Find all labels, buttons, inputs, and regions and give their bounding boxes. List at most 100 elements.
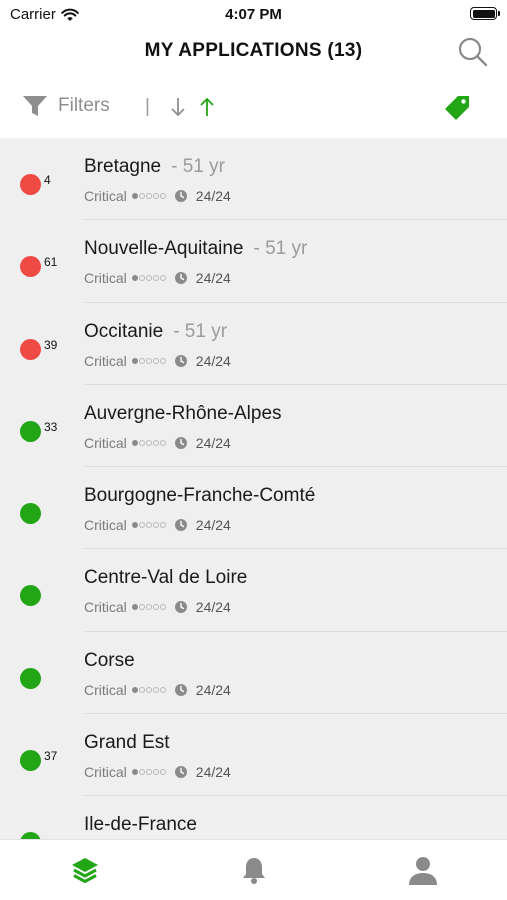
list-item[interactable]: Centre-Val de Loire Critical 24/24 [0,549,507,632]
criticality-dot [152,686,159,693]
criticality-dot [145,357,152,364]
application-name: Occitanie [84,320,164,342]
criticality-dot [152,522,159,529]
criticality-dot [131,769,138,776]
status-bar: Carrier 4:07 PM [0,0,507,30]
criticality-dot [159,604,166,611]
criticality-dot [138,522,145,529]
criticality-label: Critical [84,517,127,534]
criticality-dot [145,769,152,776]
search-icon [458,37,488,67]
sort-ascending-button[interactable] [199,96,215,123]
availability-hours: 24/24 [195,599,231,616]
application-name: Bourgogne-Franche-Comté [84,485,316,507]
application-title: Bourgogne-Franche-Comté [84,485,325,507]
criticality-dot [152,357,159,364]
list-item[interactable]: 39 Occitanie - 51 yr Critical 24/24 [0,303,507,385]
clock-icon [174,354,187,367]
criticality-label: Critical [84,599,127,616]
list-item[interactable]: Bourgogne-Franche-Comté Critical 24/24 [0,467,507,550]
criticality-dot [159,357,166,364]
application-meta: Critical 24/24 [84,435,231,451]
criticality-dot [159,275,166,282]
availability-hours: 24/24 [195,517,231,534]
alert-count: 37 [44,749,58,764]
list-item[interactable]: Corse Critical 24/24 [0,632,507,715]
list-item[interactable]: 61 Nouvelle-Aquitaine - 51 yr Critical 24/24 [0,220,507,303]
criticality-dot [131,193,138,199]
application-meta: Critical 24/24 [84,188,231,204]
arrow-up-icon [200,97,214,116]
application-name: Bretagne [84,156,162,177]
tab-profile[interactable] [338,840,507,900]
application-meta: Critical 24/24 [84,353,231,369]
tags-button[interactable] [443,94,471,127]
availability-hours: 24/24 [195,434,231,451]
criticality-label: Critical [84,270,127,287]
list-item[interactable]: Ile-de-FranceCritical24/24 [0,796,507,839]
status-dot [20,750,41,772]
search-button[interactable] [457,36,489,68]
criticality-dot [131,275,138,282]
tab-applications[interactable] [0,840,169,900]
application-meta: Critical 24/24 [84,599,231,615]
list-item[interactable]: 4 Bretagne - 51 yr Critical 24/24 [0,138,507,221]
clock-icon [174,519,187,532]
criticality-dot [131,686,138,693]
list-item[interactable]: 33 Auvergne-Rhône-Alpes Critical 24/24 [0,385,507,468]
list-item[interactable]: 37 Grand Est Critical 24/24 [0,714,507,797]
criticality-meter [131,522,166,529]
application-meta: Critical 24/24 [84,270,231,286]
tab-notifications[interactable] [169,840,338,900]
availability-hours: 24/24 [195,681,231,698]
application-title: Auvergne-Rhône-Alpes [84,403,292,425]
filters-button[interactable]: Filters [22,94,110,118]
criticality-dot [152,604,159,611]
alert-count: 39 [44,337,58,352]
status-dot [20,832,41,839]
page-title: MY APPLICATIONS (13) [144,40,363,61]
criticality-dot [131,522,138,529]
criticality-dot [145,522,152,529]
availability-hours: 24/24 [195,764,231,781]
criticality-dot [152,193,159,199]
alert-count: 33 [44,419,58,434]
criticality-dot [138,275,145,282]
filters-label: Filters [58,95,110,116]
criticality-dot [152,769,159,776]
clock-icon [174,272,187,285]
criticality-label: Critical [84,188,127,204]
application-meta: Critical 24/24 [84,764,231,780]
clock-icon [174,683,187,696]
alert-count: 4 [44,173,51,187]
criticality-meter [131,686,166,693]
status-dot [20,174,41,195]
application-age: - 51 yr [253,238,308,260]
criticality-dot [152,439,159,446]
application-name: Corse [84,649,135,671]
criticality-dot [159,522,166,529]
layers-icon [71,858,98,883]
application-title: Corse [84,650,145,672]
application-title: Ile-de-France [84,814,207,836]
criticality-dot [159,769,166,776]
application-meta: Critical 24/24 [84,682,231,698]
criticality-meter [131,275,166,282]
criticality-dot [131,439,138,446]
criticality-dot [159,686,166,693]
criticality-meter [131,357,166,364]
bell-icon [242,858,265,884]
sort-descending-button[interactable] [170,96,186,123]
application-title: Grand Est [84,732,180,754]
clock-icon [174,601,187,614]
application-age: - 51 yr [173,320,228,342]
criticality-dot [145,686,152,693]
criticality-dot [138,769,145,776]
application-name: Grand Est [84,732,170,754]
criticality-dot [145,604,152,611]
criticality-meter [131,193,166,199]
status-dot [20,338,41,360]
criticality-dot [138,357,145,364]
arrow-down-icon [171,98,185,117]
applications-list[interactable]: 4 Bretagne - 51 yr Critical 24/24 61 Nouvelle-… [0,138,507,839]
